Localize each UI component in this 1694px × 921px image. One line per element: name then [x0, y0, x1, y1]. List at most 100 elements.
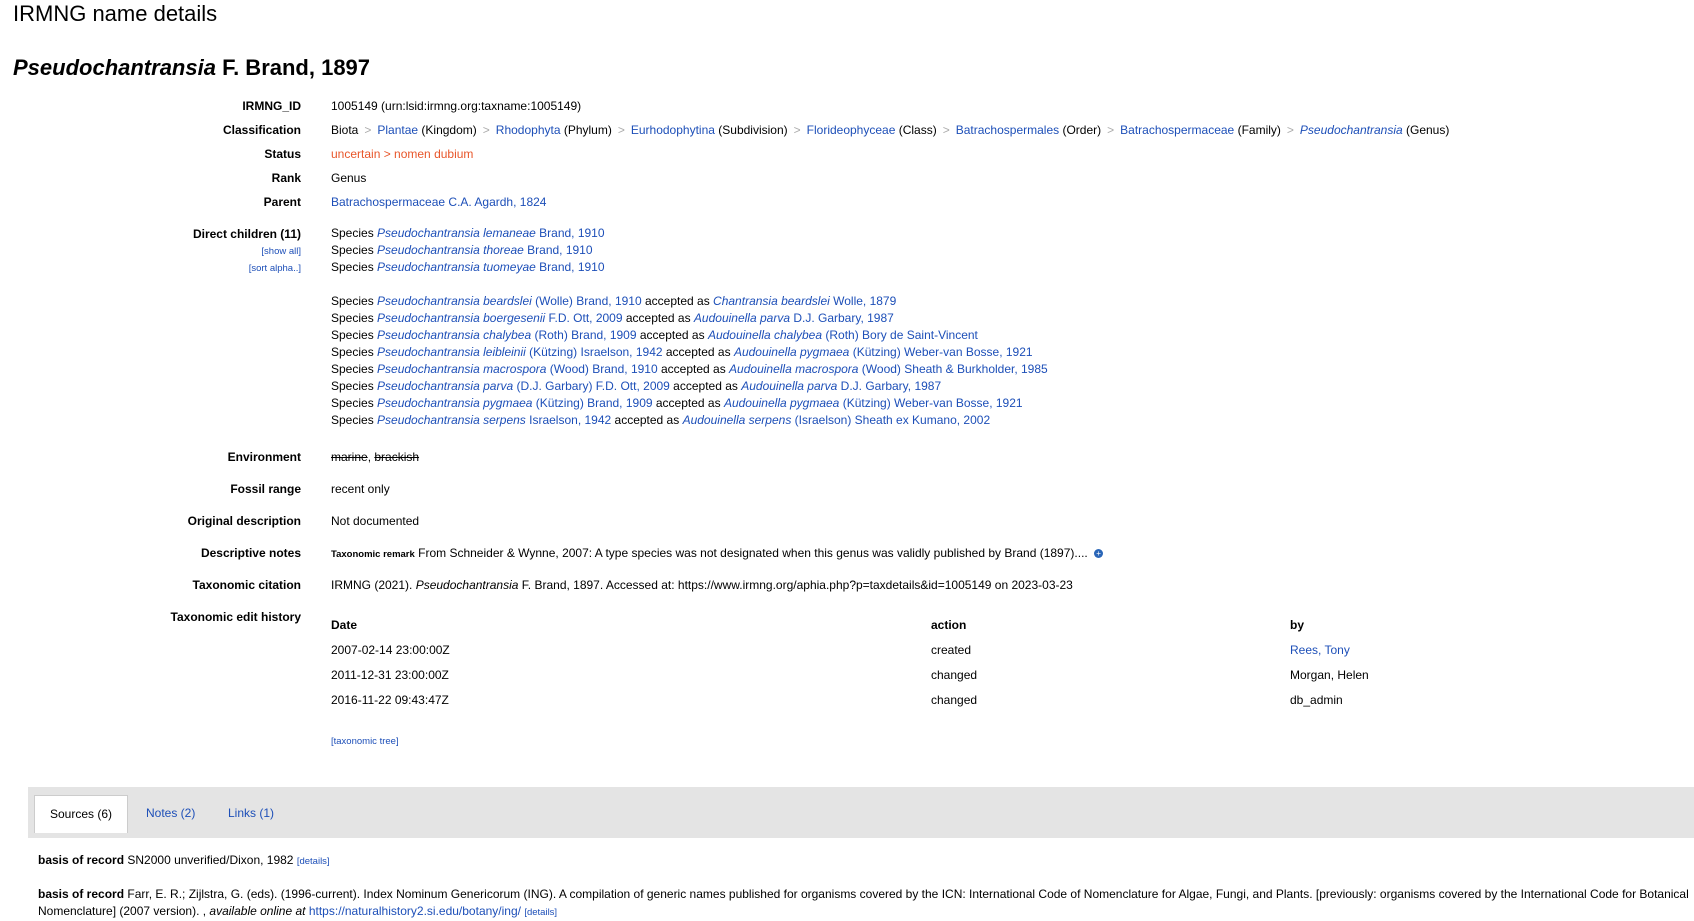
breadcrumb-separator: >: [942, 123, 950, 137]
accepted-as-label: accepted as: [622, 311, 694, 325]
environment-marine: marine: [331, 450, 368, 464]
history-date: 2016-11-22 09:43:47Z: [331, 692, 449, 707]
environment-label: Environment: [227, 450, 301, 464]
child-synonym-item: Species Pseudochantransia beardslei (Wol…: [331, 293, 1684, 310]
breadcrumb-separator: >: [1286, 123, 1294, 137]
child-synonym-item: Species Pseudochantransia boergesenii F.…: [331, 310, 1684, 327]
source-details-link[interactable]: [details]: [524, 907, 557, 918]
fossil-range-label: Fossil range: [230, 482, 301, 496]
rank-value: Genus: [331, 171, 367, 185]
citation-prefix: IRMNG (2021).: [331, 578, 413, 592]
child-link[interactable]: Pseudochantransia parva (D.J. Garbary) F…: [377, 379, 670, 393]
child-name: Pseudochantransia serpens: [377, 413, 526, 427]
child-link[interactable]: Pseudochantransia lemaneae Brand, 1910: [377, 226, 605, 240]
child-synonym-item: Species Pseudochantransia parva (D.J. Ga…: [331, 378, 1684, 395]
breadcrumb-rank: (Subdivision): [714, 123, 788, 137]
child-link[interactable]: Pseudochantransia thoreae Brand, 1910: [377, 243, 593, 257]
history-by-link[interactable]: Rees, Tony: [1290, 643, 1350, 657]
child-link[interactable]: Pseudochantransia beardslei (Wolle) Bran…: [377, 294, 642, 308]
sort-alpha-link[interactable]: [sort alpha..]: [249, 263, 301, 274]
breadcrumb-link[interactable]: Rhodophyta: [496, 123, 561, 137]
accepted-name-link[interactable]: Audouinella pygmaea (Kützing) Weber-van …: [734, 345, 1033, 359]
breadcrumb-link[interactable]: Batrachospermales: [956, 123, 1059, 137]
child-rank: Species: [331, 260, 378, 274]
child-synonym-item: Species Pseudochantransia macrospora (Wo…: [331, 361, 1684, 378]
taxonomic-tree-link[interactable]: [taxonomic tree]: [331, 736, 399, 747]
breadcrumb-link[interactable]: Eurhodophytina: [631, 123, 715, 137]
child-link[interactable]: Pseudochantransia chalybea (Roth) Brand,…: [377, 328, 637, 342]
breadcrumb-link[interactable]: Pseudochantransia: [1300, 123, 1403, 137]
child-rank: Species: [331, 328, 378, 342]
tab-sources[interactable]: Sources (6): [34, 795, 129, 833]
breadcrumb-rank: (Kingdom): [418, 123, 477, 137]
tab-links[interactable]: Links (1): [213, 795, 289, 832]
source-type: basis of record: [38, 887, 125, 901]
history-by: db_admin: [1290, 692, 1343, 707]
source-item-continued: Nomenclature] (2007 version). , availabl…: [38, 903, 557, 921]
accepted-as-label: accepted as: [641, 294, 714, 308]
taxon-title-author: F. Brand, 1897: [222, 55, 371, 80]
children-label: Direct children (11): [192, 227, 301, 241]
accepted-name-link[interactable]: Audouinella macrospora (Wood) Sheath & B…: [729, 362, 1048, 376]
status-label: Status: [264, 147, 301, 161]
accepted-name-link[interactable]: Audouinella parva D.J. Garbary, 1987: [694, 311, 894, 325]
child-name: Pseudochantransia leibleinii: [377, 345, 526, 359]
accepted-name: Chantransia beardslei: [713, 294, 830, 308]
accepted-name-link[interactable]: Audouinella parva D.J. Garbary, 1987: [741, 379, 941, 393]
expand-plus-icon[interactable]: +: [1094, 549, 1104, 559]
child-name: Pseudochantransia thoreae: [377, 243, 524, 257]
child-synonym-item: Species Pseudochantransia leibleinii (Kü…: [331, 344, 1684, 361]
citation-label: Taxonomic citation: [192, 578, 301, 592]
child-rank: Species: [331, 345, 378, 359]
accepted-name: Audouinella pygmaea: [723, 396, 840, 410]
classification-breadcrumb: Biota > Plantae (Kingdom) > Rhodophyta (Phyl…: [331, 122, 1684, 138]
child-rank: Species: [331, 294, 378, 308]
breadcrumb-link[interactable]: Plantae: [377, 123, 418, 137]
notes-text: From Schneider & Wynne, 2007: A type spe…: [418, 546, 1088, 560]
breadcrumb-separator: >: [1107, 123, 1115, 137]
taxon-title: Pseudochantransia F. Brand, 1897: [13, 52, 370, 84]
accepted-name-link[interactable]: Audouinella chalybea (Roth) Bory de Sain…: [708, 328, 978, 342]
breadcrumb-link[interactable]: Batrachospermaceae: [1120, 123, 1234, 137]
accepted-name-link[interactable]: Audouinella pygmaea (Kützing) Weber-van …: [724, 396, 1023, 410]
child-link[interactable]: Pseudochantransia tuomeyae Brand, 1910: [377, 260, 605, 274]
source-text-cont: Nomenclature] (2007 version). ,: [38, 904, 207, 918]
accepted-as-label: accepted as: [636, 328, 708, 342]
edit-history-table: Date action by 2007-02-14 23:00:00Z creat…: [331, 612, 1694, 712]
parent-link[interactable]: Batrachospermaceae C.A. Agardh, 1824: [331, 195, 546, 209]
accepted-name-link[interactable]: Audouinella serpens (Israelson) Sheath e…: [683, 413, 991, 427]
child-rank: Species: [331, 311, 378, 325]
fossil-range-value: recent only: [331, 482, 390, 496]
breadcrumb-link[interactable]: Florideophyceae: [807, 123, 896, 137]
source-item: basis of record Farr, E. R.; Zijlstra, G…: [38, 886, 1689, 903]
child-link[interactable]: Pseudochantransia leibleinii (Kützing) I…: [377, 345, 663, 359]
breadcrumb-separator: >: [364, 123, 372, 137]
accepted-name: Audouinella chalybea: [707, 328, 823, 342]
history-action: created: [931, 642, 972, 657]
child-name: Pseudochantransia parva: [377, 379, 514, 393]
status-value: uncertain > nomen dubium: [331, 147, 474, 161]
child-link[interactable]: Pseudochantransia macrospora (Wood) Bran…: [377, 362, 658, 376]
page-header: IRMNG name details: [13, 1, 218, 26]
show-all-link[interactable]: [show all]: [261, 246, 301, 257]
accepted-as-label: accepted as: [657, 362, 730, 376]
child-link[interactable]: Pseudochantransia serpens Israelson, 194…: [377, 413, 611, 427]
tab-notes[interactable]: Notes (2): [131, 795, 210, 832]
accepted-name-link[interactable]: Chantransia beardslei Wolle, 1879: [713, 294, 896, 308]
child-link[interactable]: Pseudochantransia boergesenii F.D. Ott, …: [377, 311, 623, 325]
child-link[interactable]: Pseudochantransia pygmaea (Kützing) Bran…: [377, 396, 653, 410]
taxon-title-genus: Pseudochantransia: [13, 55, 216, 80]
source-url-link[interactable]: https://naturalhistory2.si.edu/botany/in…: [309, 904, 521, 918]
citation-suffix: F. Brand, 1897. Accessed at: https://www…: [521, 578, 1073, 592]
child-rank: Species: [331, 413, 378, 427]
breadcrumb-root: Biota: [331, 123, 359, 137]
history-row: 2007-02-14 23:00:00Z created Rees, Tony: [331, 637, 1694, 662]
accepted-name: Audouinella parva: [693, 311, 790, 325]
child-rank: Species: [331, 396, 378, 410]
breadcrumb-rank: (Phylum): [560, 123, 612, 137]
history-date: 2011-12-31 23:00:00Z: [331, 667, 449, 682]
accepted-name: Audouinella parva: [741, 379, 838, 393]
source-details-link[interactable]: [details]: [297, 856, 330, 867]
breadcrumb-rank: (Family): [1234, 123, 1281, 137]
classification-label: Classification: [222, 123, 301, 137]
